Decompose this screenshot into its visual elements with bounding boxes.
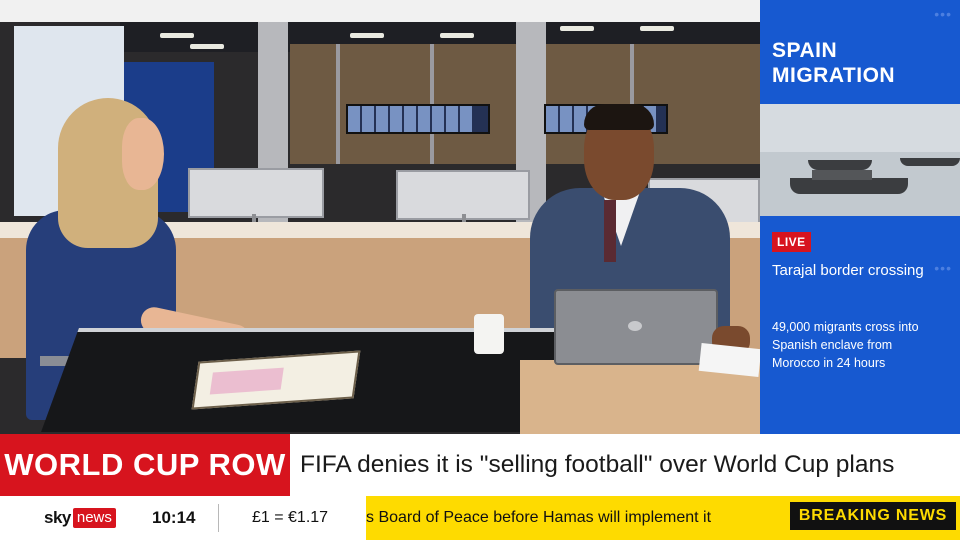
live-badge: LIVE	[772, 232, 811, 252]
ceiling-light	[640, 26, 674, 31]
presenter-man-hair	[584, 104, 654, 130]
migrant-boats-photo	[760, 104, 960, 216]
ceiling-light	[350, 33, 384, 38]
studio-video-feed	[0, 0, 760, 434]
laptop-logo-icon	[628, 321, 642, 331]
breaking-news-badge: BREAKING NEWS	[790, 496, 960, 540]
news-crawl-text: s Board of Peace before Hamas will imple…	[366, 509, 712, 526]
side-panel-title: SPAIN MIGRATION	[772, 38, 952, 88]
tv-wall	[346, 104, 490, 134]
boat-cabin	[812, 170, 872, 180]
side-panel-title-line2: MIGRATION	[772, 64, 896, 87]
breaking-news-label: BREAKING NEWS	[790, 502, 956, 530]
studio-monitor	[188, 168, 324, 218]
ticker-divider	[218, 504, 219, 532]
coffee-cup	[474, 314, 504, 354]
ticker-bar: sky news 10:14 £1 = €1.17 s Board of Peac…	[0, 496, 960, 540]
sky-news-logo: sky news	[44, 508, 116, 528]
glass-divider	[336, 44, 340, 164]
boat-icon	[808, 160, 872, 170]
presenter-woman-face	[122, 118, 164, 190]
logo-sky-text: sky	[44, 508, 71, 527]
headline-bar: WORLD CUP ROW FIFA denies it is "selling…	[0, 434, 960, 496]
laptop	[554, 289, 718, 365]
boat-icon	[900, 158, 960, 166]
side-panel-title-line1: SPAIN	[772, 39, 838, 62]
story-side-panel: SPAIN MIGRATION ••• ••• LIVE Tarajal bor…	[760, 0, 960, 434]
ceiling-light	[160, 33, 194, 38]
ceiling-light	[560, 26, 594, 31]
exchange-rate: £1 = €1.17	[252, 509, 329, 526]
panel-dots-icon: •••	[934, 6, 952, 22]
clock: 10:14	[152, 508, 196, 527]
side-panel-body: 49,000 migrants cross into Spanish encla…	[772, 320, 919, 370]
headline-text: FIFA denies it is "selling football" ove…	[300, 451, 895, 478]
headline-label: WORLD CUP ROW	[0, 434, 290, 496]
ceiling-light	[440, 33, 474, 38]
studio-monitor	[396, 170, 530, 220]
news-crawl: s Board of Peace before Hamas will imple…	[366, 496, 790, 540]
boat-icon	[790, 178, 908, 194]
presenter-man-tie	[604, 200, 616, 262]
studio-ceiling	[0, 0, 760, 22]
side-panel-heading: Tarajal border crossing	[772, 262, 924, 279]
ceiling-light	[190, 44, 224, 49]
logo-news-text: news	[72, 508, 116, 528]
